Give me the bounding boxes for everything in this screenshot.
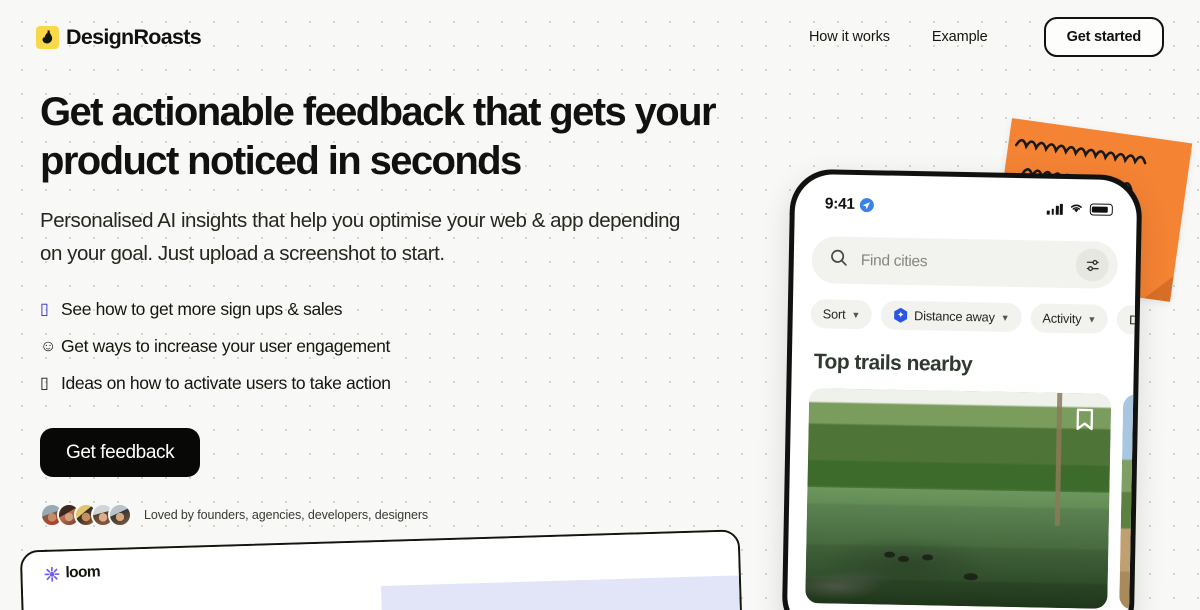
loom-logo[interactable]: loom (44, 563, 100, 583)
chip-label: Sort (822, 306, 846, 322)
sliders-icon[interactable] (1075, 248, 1110, 282)
hero-content: Get actionable feedback that gets your p… (40, 88, 770, 528)
chip-label: Di (1128, 312, 1138, 328)
nav-link-example[interactable]: Example (932, 29, 988, 45)
water-reflection (805, 486, 1110, 609)
chip-label: Activity (1042, 310, 1082, 327)
chevron-down-icon: ▼ (851, 309, 861, 320)
cellular-signal-icon (1047, 203, 1063, 215)
duck (884, 551, 896, 558)
loom-player-window: loom (19, 529, 745, 610)
brand-name: DesignRoasts (66, 24, 202, 49)
benefits-list: ▯ See how to get more sign ups & sales ☺… (40, 299, 770, 394)
page-title: Get actionable feedback that gets your p… (40, 90, 717, 183)
chevron-down-icon: ▼ (1000, 312, 1010, 323)
loom-flower-icon (44, 566, 60, 582)
bookmark-icon[interactable] (1074, 407, 1095, 436)
chip-sort[interactable]: Sort ▼ (810, 299, 873, 330)
hero-subheading: Personalised AI insights that help you o… (40, 208, 680, 265)
benefit-label: See how to get more sign ups & sales (61, 299, 343, 320)
flame-icon (36, 25, 59, 49)
phone-screen: 9:41 Find cities Sort ▼ ✦ Distance away … (786, 173, 1138, 610)
benefit-label: Ideas on how to activate users to take a… (61, 373, 391, 394)
brand-logo[interactable]: DesignRoasts (36, 24, 202, 50)
chip-distance-away[interactable]: ✦ Distance away ▼ (880, 300, 1022, 333)
lightbulb-icon: ▯ (40, 374, 49, 392)
duck (963, 573, 978, 581)
duck (898, 555, 910, 563)
trail-card[interactable] (805, 388, 1112, 609)
chart-up-icon: ▯ (40, 300, 49, 318)
trail-path-image (1119, 394, 1138, 610)
trail-card[interactable] (1119, 394, 1138, 610)
chip-difficulty[interactable]: Di (1116, 304, 1138, 335)
get-feedback-button[interactable]: Get feedback (40, 428, 201, 478)
social-proof-text: Loved by founders, agencies, developers,… (144, 508, 429, 523)
phone-mockup: 9:41 Find cities Sort ▼ ✦ Distance away … (781, 168, 1143, 610)
avatar (108, 503, 132, 528)
duck (922, 554, 934, 561)
status-icons (1047, 200, 1113, 219)
avatar-group (40, 503, 132, 528)
blue-hexagon-icon: ✦ (893, 308, 908, 323)
chevron-down-icon: ▼ (1087, 313, 1097, 325)
chip-label: Distance away (913, 308, 995, 325)
site-header: DesignRoasts How it works Example Get st… (0, 0, 1200, 74)
battery-icon (1089, 203, 1113, 216)
nav-link-how-it-works[interactable]: How it works (809, 29, 890, 45)
status-time: 9:41 (824, 195, 855, 213)
phone-status-bar: 9:41 (795, 174, 1138, 227)
search-placeholder: Find cities (860, 251, 928, 270)
get-started-button[interactable]: Get started (1043, 17, 1164, 57)
main-nav: How it works Example Get started (809, 17, 1164, 57)
location-arrow-icon (859, 197, 874, 213)
section-title: Top trails nearby (813, 350, 973, 377)
loom-name: loom (65, 563, 101, 582)
trail-card-list (805, 388, 1138, 610)
smiley-icon: ☺ (40, 337, 56, 355)
benefit-label: Get ways to increase your user engagemen… (61, 336, 391, 357)
search-input[interactable]: Find cities (811, 236, 1119, 289)
filter-chips: Sort ▼ ✦ Distance away ▼ Activity ▼ Di (810, 299, 1138, 335)
social-proof: Loved by founders, agencies, developers,… (40, 503, 770, 528)
chip-activity[interactable]: Activity ▼ (1030, 303, 1109, 334)
landing-page: DesignRoasts How it works Example Get st… (0, 0, 1200, 610)
wifi-icon (1069, 200, 1084, 218)
benefit-item: ▯ Ideas on how to activate users to take… (40, 373, 770, 394)
search-icon (830, 248, 848, 271)
benefit-item: ☺ Get ways to increase your user engagem… (40, 336, 770, 357)
benefit-item: ▯ See how to get more sign ups & sales (40, 299, 770, 320)
